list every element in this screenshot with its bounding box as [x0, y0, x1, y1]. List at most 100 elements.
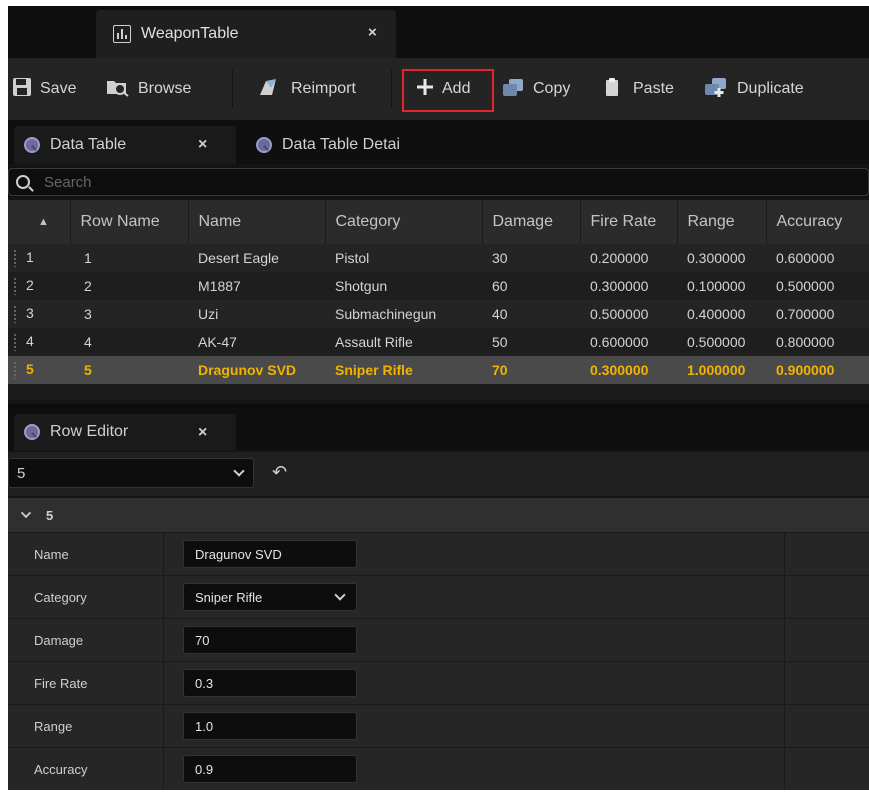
table-cell-accuracy: 0.900000: [766, 356, 869, 384]
floppy-disk-icon: [12, 77, 32, 102]
duplicate-button[interactable]: Duplicate: [703, 72, 804, 106]
panel-tab-strip: Data Table × Data Table Detai: [8, 120, 869, 164]
row-selector-dropdown[interactable]: 5: [8, 458, 254, 488]
row-index: 5: [26, 361, 34, 377]
category-header-label: 5: [46, 507, 54, 523]
property-value: 0.3: [195, 675, 214, 691]
column-header[interactable]: Name: [188, 200, 326, 244]
column-divider: [163, 533, 164, 576]
table-cell-row-name: 1: [70, 244, 188, 272]
save-button[interactable]: Save: [12, 72, 76, 106]
column-header[interactable]: Accuracy: [766, 200, 869, 244]
reimport-button[interactable]: Reimport: [257, 72, 356, 106]
row-category-header[interactable]: 5: [8, 498, 869, 532]
browse-button[interactable]: Browse: [106, 72, 191, 106]
tab-label: Row Editor: [50, 423, 129, 440]
property-label: Damage: [34, 633, 84, 648]
table-header-row: ▲ Row Name Name Category Damage Fire Rat…: [8, 200, 869, 244]
table-cell-row-name: 3: [70, 300, 188, 328]
close-icon[interactable]: ×: [198, 424, 207, 442]
add-button-highlight: [402, 69, 494, 112]
property-value: Sniper Rifle: [195, 589, 263, 605]
tab-label: Data Table Detai: [282, 136, 400, 153]
sort-indicator-icon[interactable]: ▲: [8, 200, 71, 244]
table-row[interactable]: 4 4 AK-47 Assault Rifle 50 0.600000 0.500000 0.…: [8, 328, 869, 356]
chevron-down-icon: [20, 507, 32, 519]
table-cell-damage: 50: [482, 328, 580, 356]
table-cell-range: 0.500000: [677, 328, 766, 356]
column-header[interactable]: Row Name: [70, 200, 189, 244]
column-divider: [163, 576, 164, 619]
row-drag-handle[interactable]: 5: [8, 356, 70, 384]
column-divider: [784, 619, 785, 662]
toolbar-divider: [391, 70, 392, 108]
close-icon[interactable]: ×: [198, 136, 207, 154]
search-box[interactable]: [8, 168, 869, 196]
datatable-editor-window: WeaponTable × Save Browse Reimport Add C…: [8, 6, 869, 790]
info-icon: [24, 137, 40, 153]
datatable-icon: [113, 25, 131, 43]
column-header[interactable]: Category: [325, 200, 483, 244]
drag-grip-icon[interactable]: [13, 333, 17, 351]
tab-row-editor[interactable]: Row Editor ×: [14, 414, 236, 450]
row-index: 4: [26, 333, 34, 349]
drag-grip-icon[interactable]: [13, 305, 17, 323]
column-header[interactable]: Range: [677, 200, 767, 244]
row-drag-handle[interactable]: 1: [8, 244, 70, 272]
table-row[interactable]: 2 2 M1887 Shotgun 60 0.300000 0.100000 0.500000: [8, 272, 869, 300]
copy-icon: [501, 77, 525, 102]
table-cell-category: Submachinegun: [325, 300, 482, 328]
row-drag-handle[interactable]: 4: [8, 328, 70, 356]
column-divider: [784, 533, 785, 576]
property-input[interactable]: 1.0: [183, 712, 357, 740]
reimport-icon: [257, 77, 279, 102]
column-header[interactable]: Fire Rate: [580, 200, 678, 244]
duplicate-icon: [703, 76, 729, 103]
drag-grip-icon[interactable]: [13, 249, 17, 267]
column-divider: [163, 748, 164, 790]
table-cell-accuracy: 0.500000: [766, 272, 869, 300]
close-icon[interactable]: ×: [368, 24, 377, 41]
property-value: Dragunov SVD: [195, 546, 282, 562]
property-input[interactable]: 70: [183, 626, 357, 654]
copy-button[interactable]: Copy: [501, 72, 570, 106]
property-label: Fire Rate: [34, 676, 88, 691]
table-cell-range: 1.000000: [677, 356, 766, 384]
table-cell-category: Shotgun: [325, 272, 482, 300]
property-label: Name: [34, 547, 69, 562]
table-row[interactable]: 1 1 Desert Eagle Pistol 30 0.200000 0.300000 0.…: [8, 244, 869, 272]
property-row: Category Sniper Rifle: [8, 575, 869, 619]
property-row: Name Dragunov SVD: [8, 532, 869, 576]
drag-grip-icon[interactable]: [13, 361, 17, 379]
column-divider: [784, 576, 785, 619]
column-divider: [784, 748, 785, 790]
row-drag-handle[interactable]: 2: [8, 272, 70, 300]
search-row: [8, 166, 869, 198]
undo-icon[interactable]: ↶: [272, 462, 287, 483]
copy-label: Copy: [533, 80, 571, 97]
property-input[interactable]: 0.9: [183, 755, 357, 783]
property-value: 1.0: [195, 718, 214, 734]
table-cell-name: Dragunov SVD: [188, 356, 325, 384]
data-table: ▲ Row Name Name Category Damage Fire Rat…: [8, 200, 869, 400]
property-dropdown[interactable]: Sniper Rifle: [183, 583, 357, 611]
row-drag-handle[interactable]: 3: [8, 300, 70, 328]
search-icon: [16, 175, 30, 189]
weapon-table-tab[interactable]: WeaponTable ×: [96, 10, 396, 58]
paste-button[interactable]: Paste: [605, 72, 674, 106]
property-input[interactable]: Dragunov SVD: [183, 540, 357, 568]
table-cell-row-name: 2: [70, 272, 188, 300]
table-row[interactable]: 3 3 Uzi Submachinegun 40 0.500000 0.400000 0.70…: [8, 300, 869, 328]
property-input[interactable]: 0.3: [183, 669, 357, 697]
row-index: 3: [26, 305, 34, 321]
property-row: Range 1.0: [8, 704, 869, 748]
property-row: Accuracy 0.9: [8, 747, 869, 790]
search-input[interactable]: [44, 173, 744, 191]
tab-data-table-details[interactable]: Data Table Detai: [252, 126, 400, 164]
tab-data-table[interactable]: Data Table ×: [14, 126, 236, 164]
column-header[interactable]: Damage: [482, 200, 581, 244]
table-cell-fire-rate: 0.600000: [580, 328, 677, 356]
drag-grip-icon[interactable]: [13, 277, 17, 295]
table-row[interactable]: 5 5 Dragunov SVD Sniper Rifle 70 0.300000 1.00…: [8, 356, 869, 384]
save-label: Save: [40, 80, 77, 97]
